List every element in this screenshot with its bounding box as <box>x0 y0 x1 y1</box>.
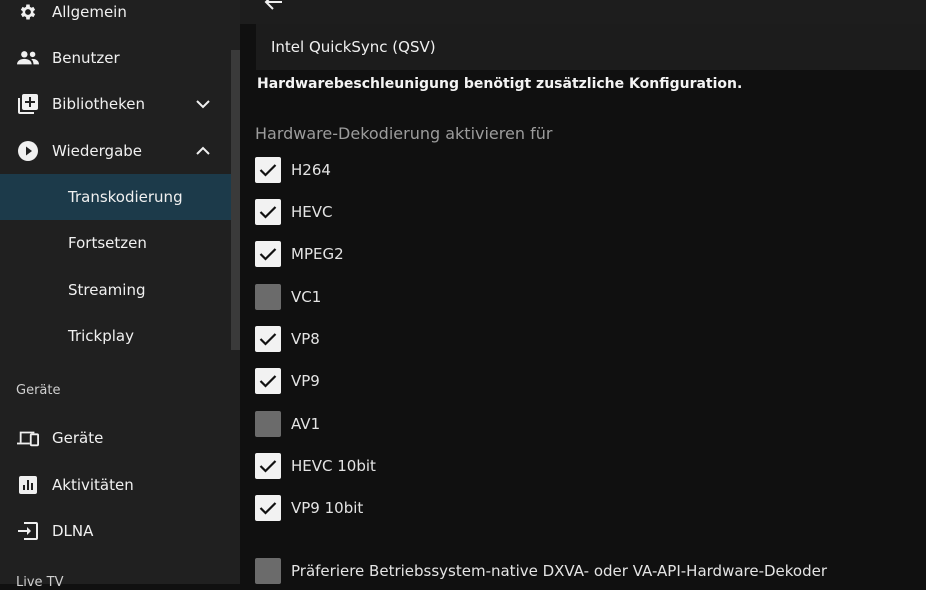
sidebar-item-label: Fortsetzen <box>68 234 147 252</box>
checkbox-prefer-native-decoder[interactable]: Präferiere Betriebssystem-native DXVA- o… <box>255 556 827 586</box>
sidebar-item-label: Trickplay <box>68 327 134 345</box>
sidebar-item-label: Aktivitäten <box>52 476 134 494</box>
sidebar-item-bibliotheken[interactable]: Bibliotheken <box>0 82 231 126</box>
checkbox-box[interactable] <box>255 558 281 584</box>
section-heading-devices: Geräte <box>16 383 61 398</box>
chevron-up-icon[interactable] <box>193 141 213 161</box>
sidebar-item-label: Allgemein <box>52 3 127 21</box>
devices-icon <box>17 427 39 449</box>
checkbox-label: HEVC <box>291 203 333 221</box>
checkbox-label: VP9 <box>291 372 320 390</box>
checkbox-box[interactable] <box>255 411 281 437</box>
checkbox-av1[interactable]: AV1 <box>255 409 320 439</box>
checkbox-box[interactable] <box>255 199 281 225</box>
checkbox-box[interactable] <box>255 157 281 183</box>
checkbox-label: MPEG2 <box>291 245 344 263</box>
checkbox-box[interactable] <box>255 368 281 394</box>
sidebar-item-transkodierung[interactable]: Transkodierung <box>0 174 231 220</box>
checkbox-box[interactable] <box>255 495 281 521</box>
checkbox-vp9-10bit[interactable]: VP9 10bit <box>255 493 363 523</box>
checkbox-label: VC1 <box>291 288 322 306</box>
checkbox-vp8[interactable]: VP8 <box>255 324 320 354</box>
checkbox-hevc[interactable]: HEVC <box>255 197 333 227</box>
checkbox-box[interactable] <box>255 284 281 310</box>
input-icon <box>17 520 39 542</box>
sidebar-scrollbar[interactable] <box>231 50 240 350</box>
checkbox-mpeg2[interactable]: MPEG2 <box>255 239 344 269</box>
checkbox-label: AV1 <box>291 415 321 433</box>
checkbox-label: VP9 10bit <box>291 499 364 517</box>
sidebar-item-label: Geräte <box>52 429 104 447</box>
main-content: Intel QuickSync (QSV) Hardwarebeschleuni… <box>240 0 926 584</box>
checkbox-box[interactable] <box>255 326 281 352</box>
library-add-icon <box>17 93 39 115</box>
sidebar-item-geraete[interactable]: Geräte <box>0 416 231 460</box>
hw-accel-select[interactable]: Intel QuickSync (QSV) <box>256 24 926 70</box>
back-arrow-icon[interactable] <box>264 0 288 14</box>
sidebar-item-label: Streaming <box>68 281 146 299</box>
chevron-down-icon[interactable] <box>193 94 213 114</box>
section-heading-livetv: Live TV <box>16 575 64 590</box>
checkbox-label: VP8 <box>291 330 320 348</box>
sidebar-item-dlna[interactable]: DLNA <box>0 509 231 553</box>
play-circle-icon <box>17 140 39 162</box>
checkbox-box[interactable] <box>255 453 281 479</box>
hw-accel-select-value: Intel QuickSync (QSV) <box>271 38 436 56</box>
sidebar-item-label: Transkodierung <box>68 188 183 206</box>
checkbox-vc1[interactable]: VC1 <box>255 282 321 312</box>
checkbox-label: Präferiere Betriebssystem-native DXVA- o… <box>291 562 828 580</box>
sidebar-item-wiedergabe[interactable]: Wiedergabe <box>0 129 231 173</box>
decode-group-title: Hardware-Dekodierung aktivieren für <box>255 124 553 143</box>
sidebar-item-fortsetzen[interactable]: Fortsetzen <box>0 220 231 266</box>
sidebar: Allgemein Benutzer Bibliotheken Wiederga… <box>0 0 240 590</box>
top-bar <box>240 0 926 24</box>
checkbox-box[interactable] <box>255 241 281 267</box>
checkbox-label: HEVC 10bit <box>291 457 376 475</box>
sidebar-item-label: Wiedergabe <box>52 142 143 160</box>
checkbox-h264[interactable]: H264 <box>255 155 331 185</box>
sidebar-item-label: DLNA <box>52 522 94 540</box>
sidebar-item-allgemein[interactable]: Allgemein <box>0 0 231 34</box>
sidebar-item-aktivitaeten[interactable]: Aktivitäten <box>0 463 231 507</box>
sidebar-item-label: Bibliotheken <box>52 95 145 113</box>
sidebar-item-label: Benutzer <box>52 49 120 67</box>
gear-icon <box>17 1 39 23</box>
sidebar-item-benutzer[interactable]: Benutzer <box>0 36 231 80</box>
users-icon <box>17 47 39 69</box>
checkbox-hevc-10bit[interactable]: HEVC 10bit <box>255 451 376 481</box>
hw-accel-hint: Hardwarebeschleunigung benötigt zusätzli… <box>257 76 743 92</box>
checkbox-label: H264 <box>291 161 331 179</box>
activity-chart-icon <box>17 474 39 496</box>
checkbox-vp9[interactable]: VP9 <box>255 366 320 396</box>
sidebar-item-trickplay[interactable]: Trickplay <box>0 313 231 359</box>
sidebar-item-streaming[interactable]: Streaming <box>0 267 231 313</box>
